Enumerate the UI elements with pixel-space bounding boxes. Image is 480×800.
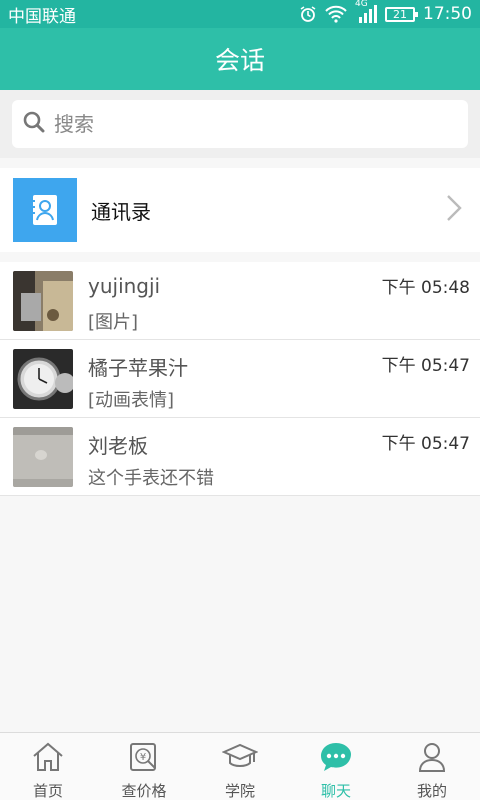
conversation-preview: 这个手表还不错 (88, 468, 214, 489)
price-icon: ¥ (129, 742, 159, 776)
status-icons: 4G 21 17:50 (299, 0, 472, 24)
carrier-label: 中国联通 (8, 6, 76, 27)
conversation-name: yujingji (88, 274, 161, 298)
tab-home[interactable]: 首页 (0, 733, 96, 800)
battery-icon: 21 (385, 6, 418, 22)
conversation-preview: [图片] (88, 312, 139, 333)
signal-icon: 4G (355, 0, 377, 23)
conversation-preview: [动画表情] (88, 390, 175, 411)
clock: 17:50 (423, 4, 472, 24)
tab-label: 查价格 (121, 782, 167, 800)
avatar (13, 349, 73, 409)
conversation-name: 橘子苹果汁 (88, 356, 188, 380)
battery-level: 21 (393, 7, 407, 21)
search-area (0, 90, 480, 158)
conversation-name: 刘老板 (88, 434, 148, 458)
conversation-row[interactable]: 橘子苹果汁 [动画表情] 下午 05:47 (0, 340, 480, 418)
home-icon (31, 742, 65, 776)
tab-chat[interactable]: 聊天 (288, 733, 384, 800)
tab-academy[interactable]: 学院 (192, 733, 288, 800)
tab-price[interactable]: ¥ 查价格 (96, 733, 192, 800)
conversation-time: 下午 05:47 (381, 434, 470, 454)
contacts-label: 通讯录 (91, 199, 151, 224)
status-bar: 中国联通 4G 21 17:50 (0, 0, 480, 28)
search-input[interactable] (54, 112, 434, 136)
page-title: 会话 (214, 46, 265, 75)
conversation-row[interactable]: 刘老板 这个手表还不错 下午 05:47 (0, 418, 480, 496)
search-box[interactable] (12, 100, 468, 148)
search-icon (22, 110, 46, 138)
tab-profile[interactable]: 我的 (384, 733, 480, 800)
alarm-icon (299, 5, 317, 23)
conversation-time: 下午 05:47 (381, 356, 470, 376)
network-type: 4G (355, 0, 368, 9)
contacts-entry[interactable]: 通讯录 (0, 168, 480, 252)
contacts-book-icon (13, 178, 77, 242)
avatar (13, 271, 73, 331)
conversation-time: 下午 05:48 (381, 278, 470, 298)
chevron-right-icon (446, 194, 462, 226)
conversation-row[interactable]: yujingji [图片] 下午 05:48 (0, 262, 480, 340)
academy-icon (221, 742, 259, 776)
tab-label: 学院 (224, 782, 255, 800)
conversation-list: yujingji [图片] 下午 05:48 橘子苹果汁 [动画表情] 下午 0… (0, 262, 480, 496)
profile-icon (417, 742, 447, 776)
chat-icon (320, 742, 352, 776)
tab-label: 我的 (416, 782, 447, 800)
tab-label: 聊天 (320, 782, 351, 800)
title-bar: 会话 (0, 28, 480, 90)
wifi-icon (325, 5, 347, 23)
bottom-tab-bar: 首页 ¥ 查价格 学院 聊天 我的 (0, 732, 480, 800)
avatar (13, 427, 73, 487)
svg-text:¥: ¥ (140, 752, 146, 763)
tab-label: 首页 (32, 782, 63, 800)
